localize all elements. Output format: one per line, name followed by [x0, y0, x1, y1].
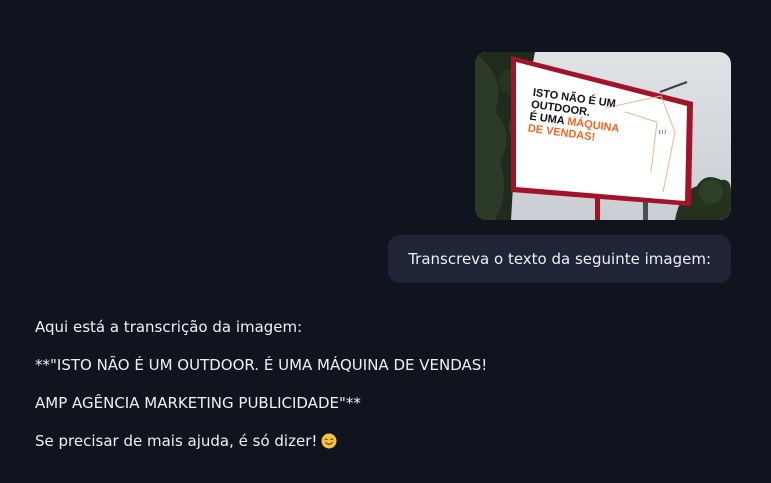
chat-page: / / / ISTO NÃO É UM OUTDOOR. É UMA MÁQUI…: [0, 0, 771, 483]
attached-image[interactable]: / / / ISTO NÃO É UM OUTDOOR. É UMA MÁQUI…: [475, 52, 731, 220]
billboard-photo: / / / ISTO NÃO É UM OUTDOOR. É UMA MÁQUI…: [475, 52, 731, 220]
assistant-transcription-line1: **"ISTO NÃO É UM OUTDOOR. É UMA MÁQUINA …: [35, 356, 488, 374]
assistant-intro: Aqui está a transcrição da imagem:: [35, 318, 303, 336]
assistant-transcription-line2: AMP AGÊNCIA MARKETING PUBLICIDADE"**: [35, 394, 361, 412]
assistant-message: Aqui está a transcrição da imagem: **"IS…: [35, 318, 755, 470]
assistant-outro-line: Se precisar de mais ajuda, é só dizer!: [35, 432, 755, 451]
assistant-outro: Se precisar de mais ajuda, é só dizer!: [35, 432, 318, 450]
user-message: Transcreva o texto da seguinte imagem:: [388, 235, 731, 283]
smiling-face-emoji-icon: [321, 433, 337, 449]
user-message-text: Transcreva o texto da seguinte imagem:: [408, 250, 711, 268]
svg-text:/ / /: / / /: [659, 130, 667, 136]
